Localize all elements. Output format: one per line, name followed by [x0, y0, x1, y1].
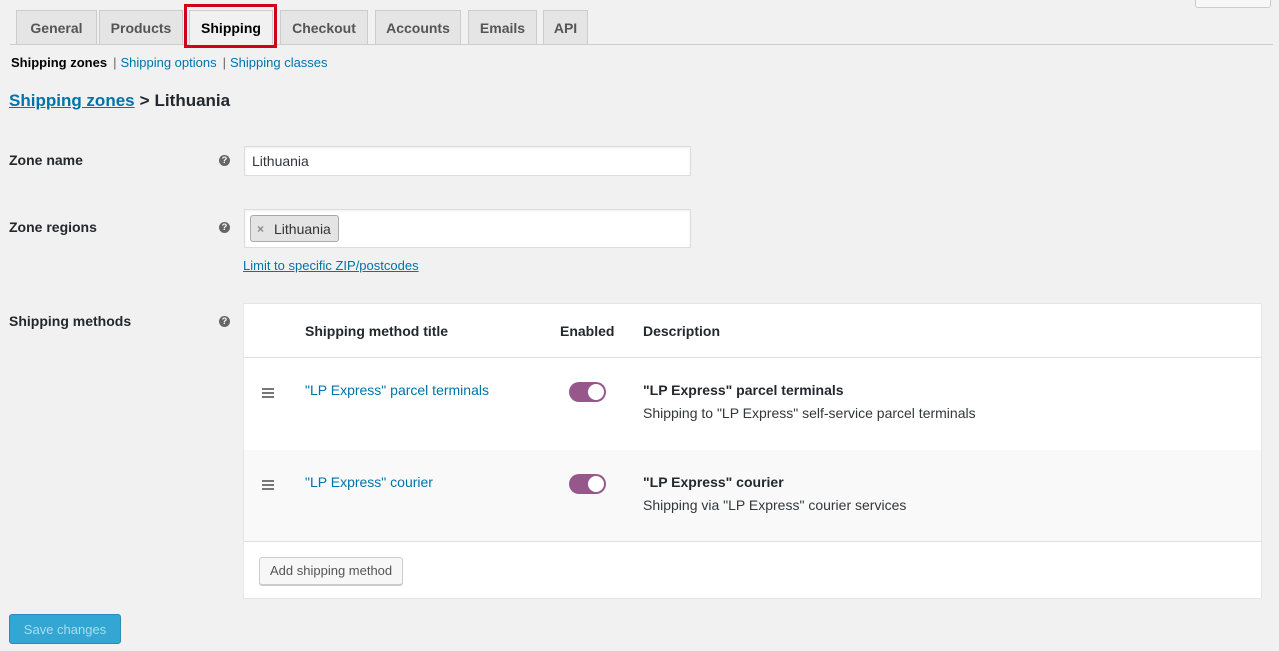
shipping-settings-page: General Products Shipping Checkout Accou…	[0, 0, 1279, 651]
breadcrumb-separator: >	[139, 91, 150, 110]
subnav-separator: |	[113, 55, 117, 70]
table-row: "LP Express" courier "LP Express" courie…	[244, 450, 1261, 542]
breadcrumb-shipping-zones-link[interactable]: Shipping zones	[9, 91, 135, 110]
page-title: Shipping zones > Lithuania	[9, 91, 230, 111]
footer-divider	[244, 541, 1261, 542]
method-description-text: Shipping via "LP Express" courier servic…	[643, 497, 907, 513]
zone-regions-select[interactable]: × Lithuania	[244, 209, 691, 248]
zone-name-input[interactable]: Lithuania	[244, 146, 691, 176]
top-right-button-stub[interactable]	[1195, 0, 1271, 8]
drag-handle-icon[interactable]	[262, 480, 274, 492]
help-icon[interactable]: ?	[219, 222, 230, 233]
active-tab-highlight-box	[184, 4, 277, 48]
column-header-enabled: Enabled	[560, 323, 615, 339]
column-header-title: Shipping method title	[305, 323, 449, 339]
method-description-text: Shipping to "LP Express" self-service pa…	[643, 405, 976, 421]
tab-general[interactable]: General	[16, 10, 97, 45]
method-title-link[interactable]: "LP Express" courier	[305, 474, 433, 490]
subnav-shipping-classes[interactable]: Shipping classes	[230, 55, 328, 70]
table-row: "LP Express" parcel terminals "LP Expres…	[244, 358, 1261, 450]
subnav-separator: |	[222, 55, 226, 70]
method-description-title: "LP Express" courier	[643, 474, 784, 490]
tab-accounts[interactable]: Accounts	[375, 10, 461, 45]
breadcrumb-current-zone: Lithuania	[154, 91, 231, 110]
method-title-link[interactable]: "LP Express" parcel terminals	[305, 382, 489, 398]
subnav-shipping-zones: Shipping zones	[11, 55, 108, 70]
method-description-title: "LP Express" parcel terminals	[643, 382, 844, 398]
save-changes-button[interactable]: Save changes	[9, 614, 121, 644]
enabled-toggle[interactable]	[569, 474, 606, 494]
shipping-methods-table: Shipping method title Enabled Descriptio…	[243, 303, 1262, 599]
zone-name-label: Zone name	[9, 152, 83, 168]
tab-checkout[interactable]: Checkout	[280, 10, 368, 45]
tab-emails[interactable]: Emails	[468, 10, 537, 45]
enabled-toggle[interactable]	[569, 382, 606, 402]
remove-region-icon[interactable]: ×	[257, 222, 264, 236]
tab-products[interactable]: Products	[99, 10, 183, 45]
help-icon[interactable]: ?	[219, 316, 230, 327]
column-header-description: Description	[643, 323, 721, 339]
limit-postcodes-link[interactable]: Limit to specific ZIP/postcodes	[243, 258, 419, 273]
shipping-methods-label: Shipping methods	[9, 313, 132, 329]
subnav-shipping-options[interactable]: Shipping options	[120, 55, 216, 70]
shipping-subnav: Shipping zones | Shipping options | Shipping…	[11, 55, 328, 70]
region-chip-label: Lithuania	[274, 220, 331, 237]
help-icon[interactable]: ?	[219, 155, 230, 166]
zone-regions-label: Zone regions	[9, 219, 97, 235]
region-chip: × Lithuania	[250, 215, 339, 242]
drag-handle-icon[interactable]	[262, 388, 274, 400]
add-shipping-method-button[interactable]: Add shipping method	[259, 557, 404, 585]
tab-api[interactable]: API	[543, 10, 588, 45]
